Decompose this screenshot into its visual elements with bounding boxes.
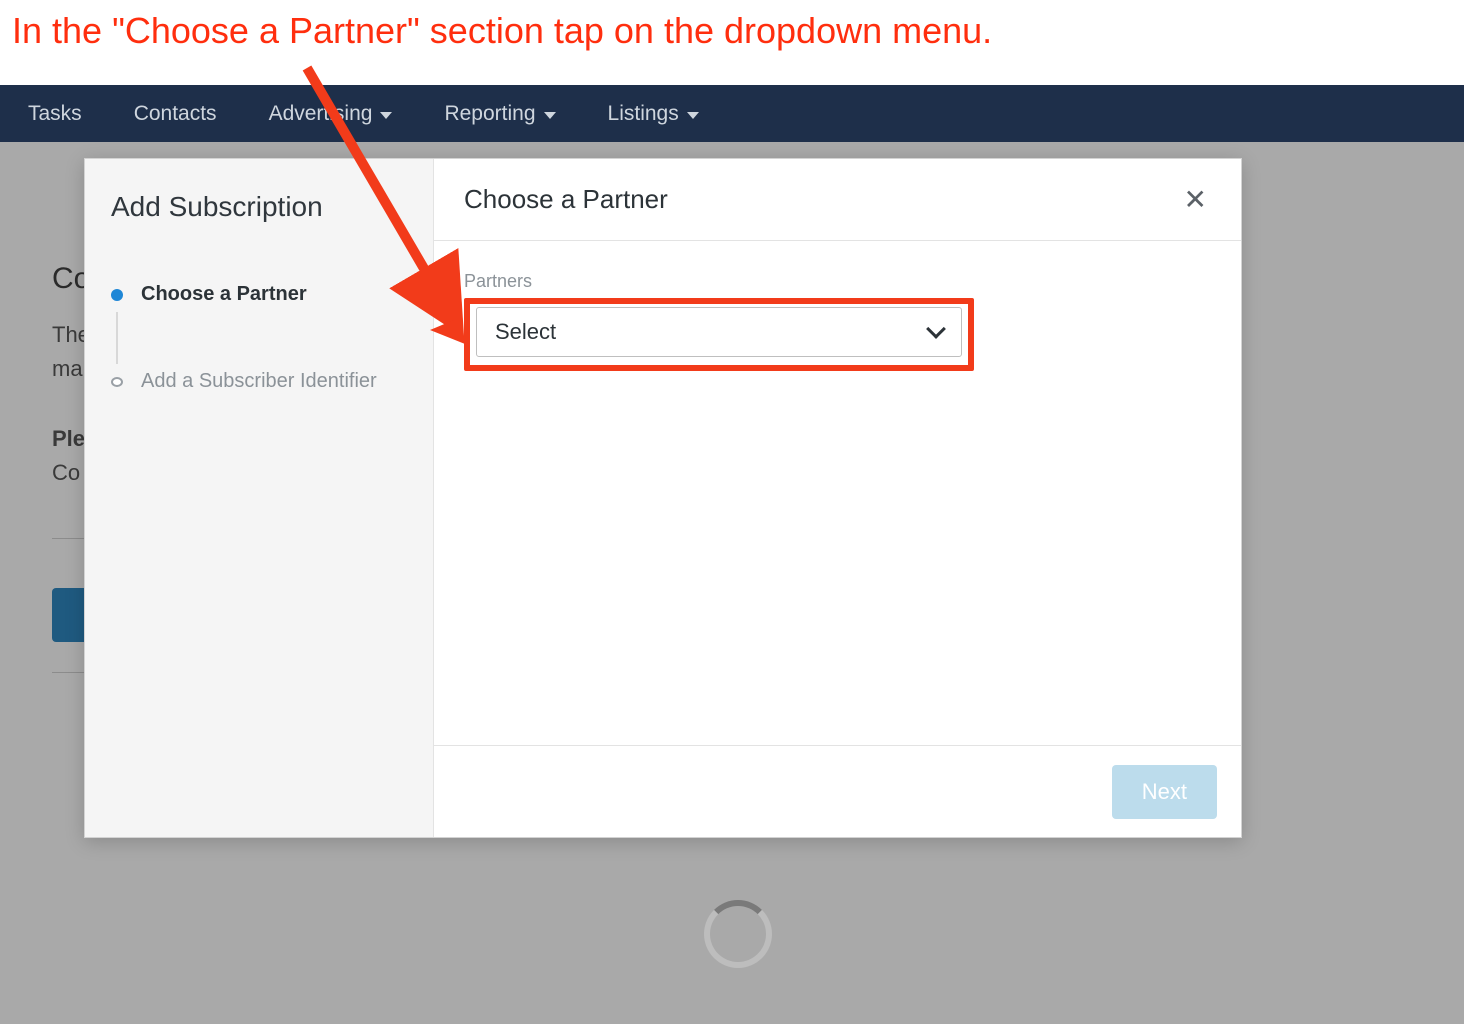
- step-dot-icon: [111, 289, 123, 301]
- modal-body: Partners Select: [434, 241, 1241, 745]
- top-nav: Tasks Contacts Advertising Reporting Lis…: [0, 85, 1464, 142]
- nav-item-listings[interactable]: Listings: [608, 102, 699, 126]
- step-dot-icon: [111, 377, 123, 387]
- instruction-banner: In the "Choose a Partner" section tap on…: [0, 0, 1464, 85]
- nav-item-tasks[interactable]: Tasks: [28, 102, 82, 126]
- modal-header: Choose a Partner ✕: [434, 159, 1241, 241]
- loading-spinner-icon: [704, 900, 772, 968]
- modal-main: Choose a Partner ✕ Partners Select Next: [434, 159, 1241, 837]
- nav-item-contacts[interactable]: Contacts: [134, 102, 217, 126]
- partners-dropdown[interactable]: Select: [476, 307, 962, 357]
- nav-item-reporting[interactable]: Reporting: [444, 102, 555, 126]
- dropdown-selected-value: Select: [495, 319, 556, 345]
- annotation-highlight-box: Select: [464, 298, 974, 371]
- nav-label: Tasks: [28, 102, 82, 126]
- nav-label: Contacts: [134, 102, 217, 126]
- step-choose-partner[interactable]: Choose a Partner: [111, 277, 409, 312]
- partners-field-label: Partners: [464, 271, 1211, 292]
- step-label: Choose a Partner: [141, 283, 307, 306]
- chevron-down-icon: [687, 112, 699, 119]
- modal-sidebar-title: Add Subscription: [111, 191, 409, 223]
- chevron-down-icon: [380, 112, 392, 119]
- chevron-down-icon: [926, 319, 946, 339]
- chevron-down-icon: [544, 112, 556, 119]
- instruction-text: In the "Choose a Partner" section tap on…: [12, 10, 1452, 51]
- nav-label: Advertising: [269, 102, 373, 126]
- modal-title: Choose a Partner: [464, 184, 668, 215]
- step-label: Add a Subscriber Identifier: [141, 370, 377, 393]
- nav-label: Listings: [608, 102, 679, 126]
- next-button[interactable]: Next: [1112, 765, 1217, 819]
- step-list: Choose a Partner Add a Subscriber Identi…: [111, 277, 409, 399]
- close-button[interactable]: ✕: [1184, 186, 1207, 214]
- close-icon: ✕: [1184, 184, 1207, 215]
- step-add-subscriber-identifier[interactable]: Add a Subscriber Identifier: [111, 364, 409, 399]
- modal-sidebar: Add Subscription Choose a Partner Add a …: [85, 159, 434, 837]
- modal-footer: Next: [434, 745, 1241, 837]
- nav-label: Reporting: [444, 102, 535, 126]
- step-connector: [116, 312, 118, 364]
- add-subscription-modal: Add Subscription Choose a Partner Add a …: [84, 158, 1242, 838]
- nav-item-advertising[interactable]: Advertising: [269, 102, 393, 126]
